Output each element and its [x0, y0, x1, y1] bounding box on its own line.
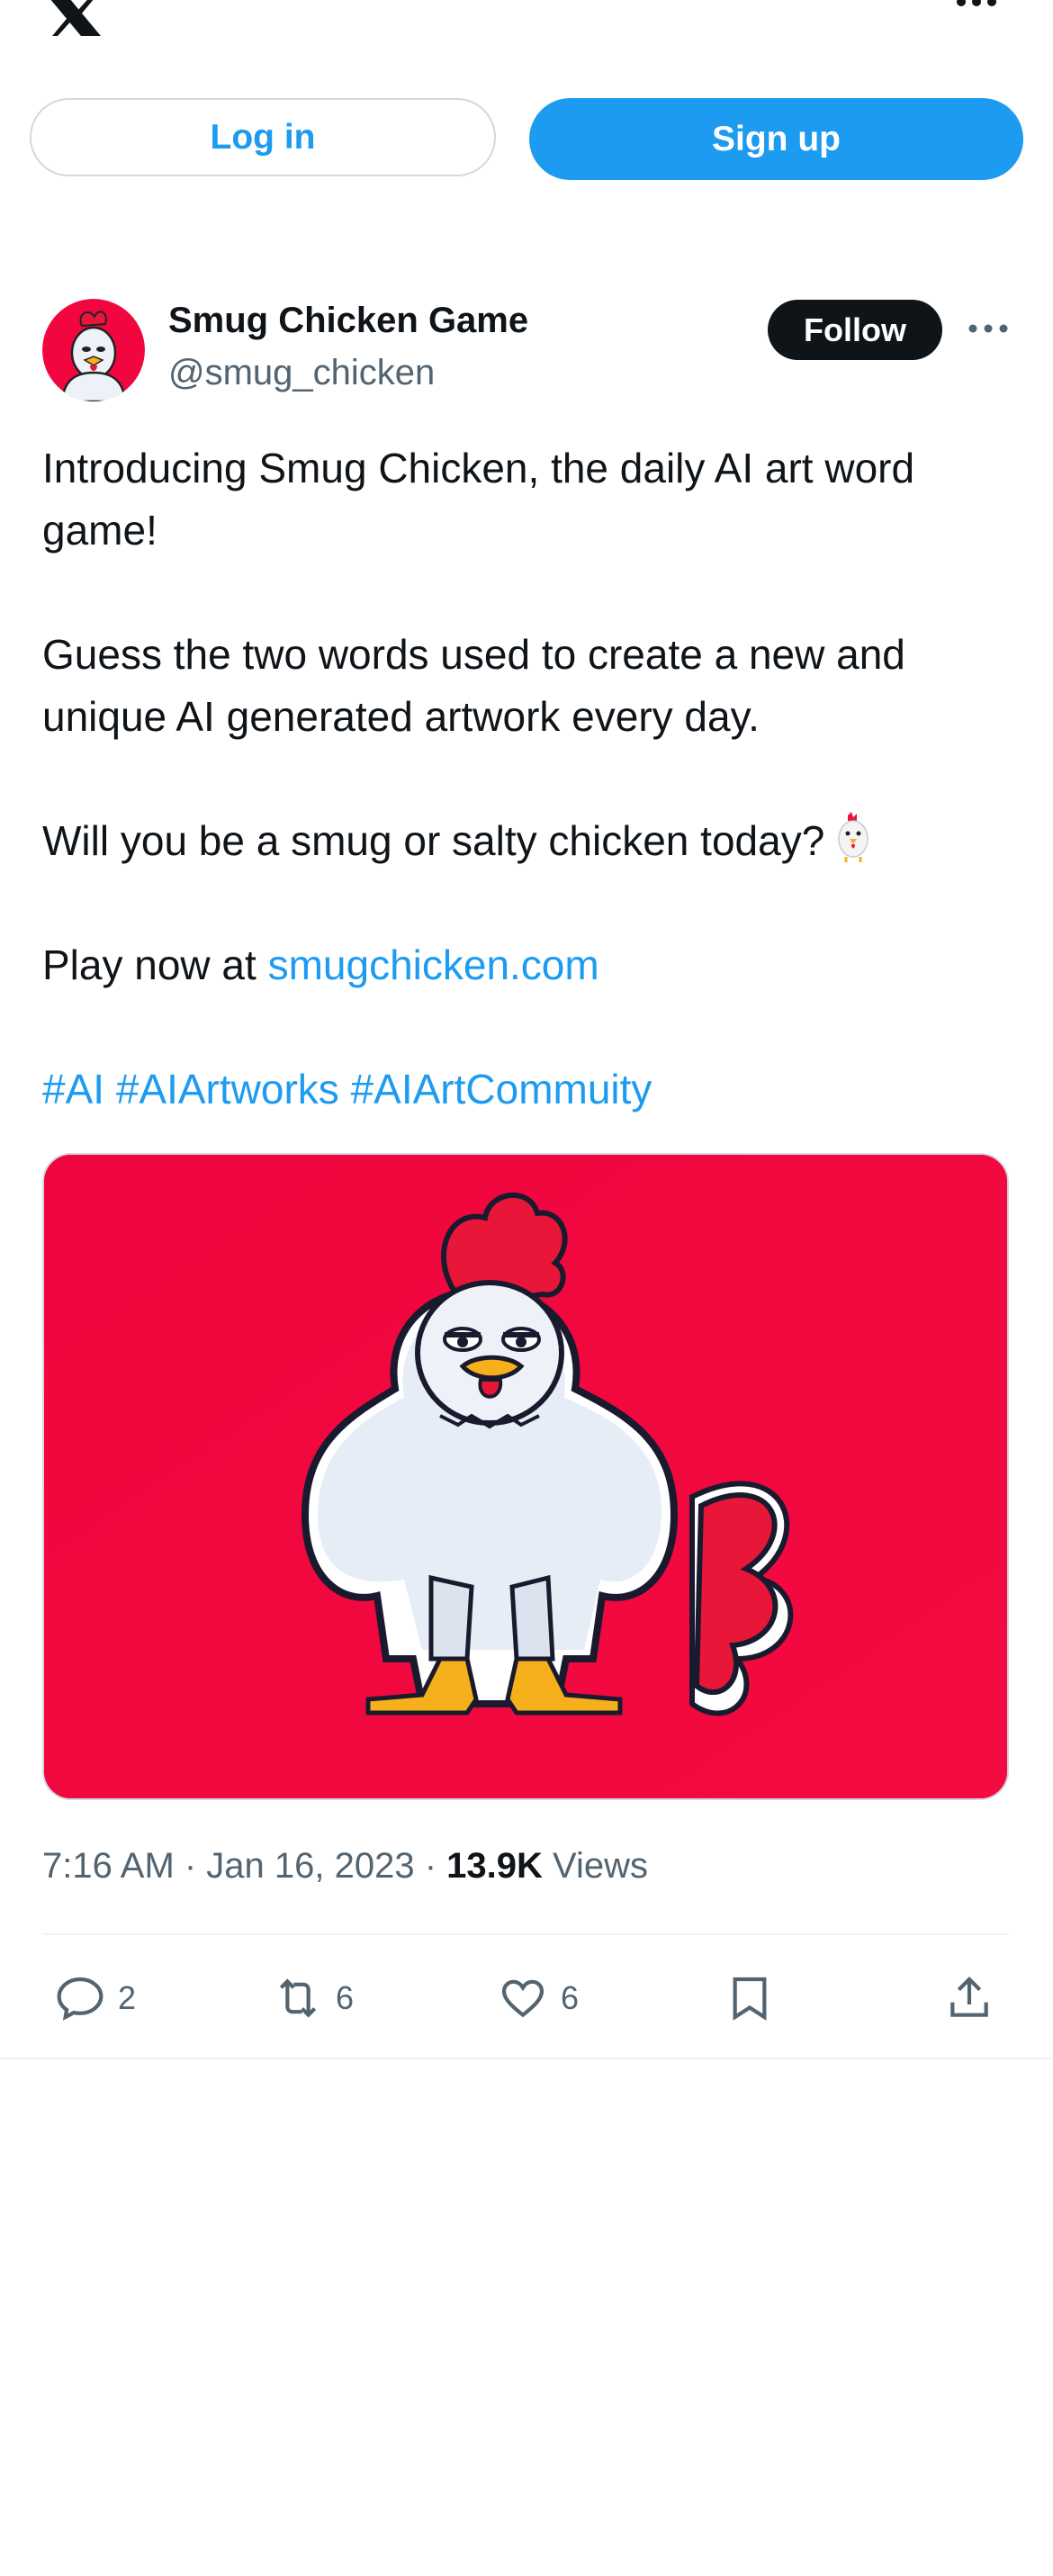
- play-prefix: Play now at: [42, 941, 268, 988]
- signup-button[interactable]: Sign up: [529, 98, 1023, 180]
- bottom-divider: [0, 2058, 1053, 2059]
- tweet-text: Introducing Smug Chicken, the daily AI a…: [42, 437, 1014, 1121]
- heart-icon: [501, 1979, 544, 2018]
- more-icon[interactable]: [954, 0, 999, 13]
- hashtags: #AI #AIArtworks #AIArtCommuity: [42, 1058, 1014, 1121]
- share-button[interactable]: [944, 1962, 994, 2034]
- like-button[interactable]: 6: [498, 1962, 579, 2034]
- like-count: 6: [561, 1979, 580, 2016]
- top-bar: [0, 0, 1053, 54]
- author-name[interactable]: Smug Chicken Game: [168, 301, 528, 341]
- tweet-more-icon[interactable]: [967, 320, 1010, 337]
- share-icon: [950, 1977, 988, 2017]
- tweet-paragraph-guess: Guess the two words used to create a new…: [42, 631, 905, 740]
- hashtag-ai[interactable]: #AI: [42, 1066, 104, 1112]
- reply-icon: [57, 1977, 104, 2021]
- bookmark-button[interactable]: [724, 1962, 775, 2034]
- action-bar: 2 6 6: [42, 1962, 1014, 2034]
- tweet-paragraph-question: Will you be a smug or salty chicken toda…: [42, 810, 1014, 872]
- auth-buttons: Log in Sign up: [30, 98, 1023, 180]
- question-text: Will you be a smug or salty chicken toda…: [42, 817, 825, 864]
- retweet-icon: [279, 1978, 317, 2018]
- retweet-count: 6: [336, 1979, 355, 2016]
- reply-button[interactable]: 2: [55, 1962, 136, 2034]
- follow-button[interactable]: Follow: [768, 300, 942, 360]
- chicken-emoji-icon: [838, 812, 869, 862]
- tweet-media-image[interactable]: [42, 1153, 1009, 1800]
- tweet-meta: 7:16 AM · Jan 16, 2023 · 13.9K Views: [42, 1846, 648, 1887]
- website-link[interactable]: smugchicken.com: [268, 941, 599, 988]
- reply-count: 2: [118, 1979, 137, 2016]
- views-label: Views: [542, 1846, 649, 1886]
- author-handle[interactable]: @smug_chicken: [168, 353, 435, 393]
- divider: [42, 1933, 1009, 1935]
- bookmark-icon: [733, 1977, 767, 2021]
- login-button[interactable]: Log in: [30, 98, 496, 176]
- x-logo-icon[interactable]: [41, 0, 104, 36]
- tweet-paragraph-intro: Introducing Smug Chicken, the daily AI a…: [42, 445, 915, 554]
- timestamp[interactable]: 7:16 AM · Jan 16, 2023 ·: [42, 1846, 446, 1886]
- hashtag-aiartcommuity[interactable]: #AIArtCommuity: [351, 1066, 652, 1112]
- hashtag-aiartworks[interactable]: #AIArtworks: [116, 1066, 339, 1112]
- retweet-button[interactable]: 6: [273, 1962, 354, 2034]
- tweet-paragraph-play: Play now at smugchicken.com: [42, 934, 1014, 996]
- views-count: 13.9K: [446, 1846, 543, 1886]
- avatar[interactable]: [42, 299, 145, 401]
